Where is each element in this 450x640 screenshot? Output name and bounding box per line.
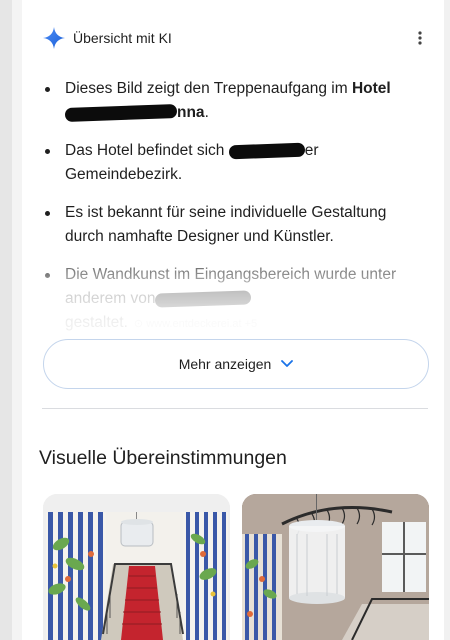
left-gutter <box>0 0 12 640</box>
ai-overview-header: Übersicht mit KI <box>42 24 432 54</box>
gemini-sparkle-icon <box>43 27 65 49</box>
bullet-text: Es ist bekannt für seine individuelle Ge… <box>65 204 387 245</box>
bullet-dot <box>45 211 50 216</box>
bullet-item: Es ist bekannt für seine individuelle Ge… <box>42 201 422 249</box>
more-options-button[interactable] <box>408 26 432 50</box>
bullet-text-line2: gestaltet. <box>65 314 128 331</box>
bullet-text: Dieses Bild zeigt den Treppenaufgang im <box>65 80 352 97</box>
citation-text: www.entdeckerei.at +5 <box>146 318 258 330</box>
ai-overview-panel: Übersicht mit KI Dieses Bild zeigt den T… <box>22 0 442 640</box>
bullet-item: Das Hotel befindet sich er Gemeindebezir… <box>42 139 422 187</box>
ai-overview-bullets: Dieses Bild zeigt den Treppenaufgang im … <box>42 77 422 350</box>
redaction-mark <box>155 290 252 308</box>
bullet-text-tail: er <box>304 142 319 159</box>
visual-matches-title: Visuelle Übereinstimmungen <box>39 447 287 469</box>
left-gutter-inner <box>12 0 22 640</box>
bullet-bold-tail: nna <box>177 104 205 121</box>
more-vert-icon <box>418 31 422 45</box>
citation-link[interactable]: ⊙ www.entdeckerei.at +5 <box>134 318 257 330</box>
bullet-text-line2: Gemeindebezirk. <box>65 166 183 183</box>
visual-match-card-2[interactable] <box>242 494 429 640</box>
bullet-bold-text: Hotel <box>351 80 391 97</box>
redaction-mark <box>228 142 305 160</box>
staircase-chandelier-image <box>242 494 429 640</box>
right-scroll-edge[interactable] <box>444 0 450 640</box>
redaction-mark <box>64 103 178 122</box>
bullet-text: Das Hotel befindet sich <box>65 142 229 159</box>
bullet-text-end: . <box>204 104 209 121</box>
visual-match-card-1[interactable] <box>43 494 230 640</box>
bullet-item: Die Wandkunst im Eingangsbereich wurde u… <box>42 263 422 336</box>
bullet-dot <box>45 149 50 154</box>
bullet-item: Dieses Bild zeigt den Treppenaufgang im … <box>42 77 422 125</box>
show-more-button[interactable]: Mehr anzeigen <box>43 339 429 389</box>
chevron-down-icon <box>281 360 294 367</box>
bullet-dot <box>45 273 50 278</box>
staircase-image <box>43 494 230 640</box>
bullet-dot <box>45 87 50 92</box>
show-more-label: Mehr anzeigen <box>178 356 272 372</box>
section-divider <box>42 408 428 409</box>
ai-overview-title: Übersicht mit KI <box>73 30 172 46</box>
